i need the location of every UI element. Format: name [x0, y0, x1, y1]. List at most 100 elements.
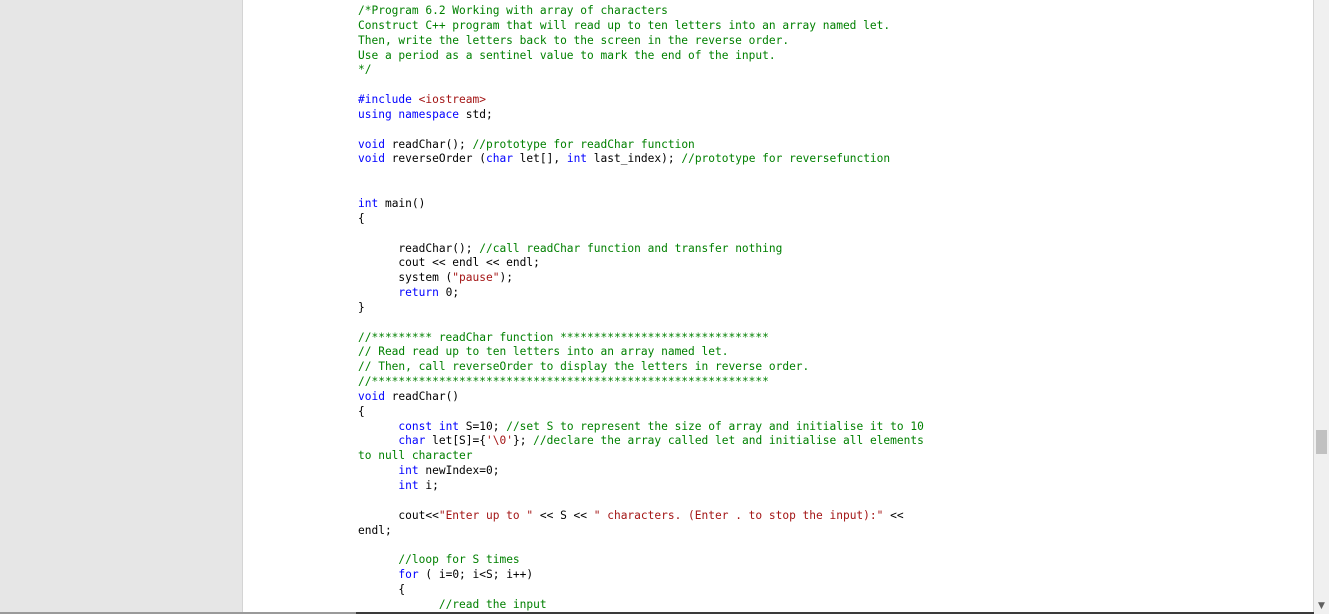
code-listing: /*Program 6.2 Working with array of char… [358, 4, 1308, 613]
code-token: //**************************************… [358, 375, 769, 389]
code-line: //********* readChar function **********… [358, 331, 1308, 346]
code-token: char [398, 434, 433, 448]
code-line: #include <iostream> [358, 93, 1308, 108]
code-token: { [358, 404, 365, 418]
code-token: ); [499, 271, 513, 285]
code-line: //loop for S times [358, 553, 1308, 568]
code-token: to null character [358, 449, 473, 463]
code-token: { [358, 211, 365, 225]
code-token: }; [512, 434, 534, 448]
code-line: for ( i=0; i<S; i++) [358, 568, 1308, 583]
code-token: */ [358, 63, 372, 77]
code-line: void readChar(); //prototype for readCha… [358, 138, 1308, 153]
code-line: //**************************************… [358, 375, 1308, 390]
code-line: cout << endl << endl; [358, 256, 1308, 271]
code-token: const int [398, 419, 466, 433]
code-line: void readChar() [358, 390, 1308, 405]
code-line: return 0; [358, 286, 1308, 301]
code-token: return [398, 286, 446, 300]
code-token: <iostream> [418, 93, 486, 107]
code-token: "pause" [452, 271, 500, 285]
code-token: '\0' [486, 434, 513, 448]
code-line: int newIndex=0; [358, 464, 1308, 479]
code-token: let[], [519, 152, 567, 166]
code-token: << [883, 508, 904, 522]
code-line: char let[S]={'\0'}; //declare the array … [358, 434, 1308, 449]
code-line: { [358, 583, 1308, 598]
code-token: #include [358, 93, 419, 107]
code-line: to null character [358, 449, 1308, 464]
code-token: //prototype for reversefunction [681, 152, 891, 166]
code-line: /*Program 6.2 Working with array of char… [358, 4, 1308, 19]
code-token: } [358, 300, 365, 314]
code-token: reverseOrder ( [391, 152, 486, 166]
code-line: int i; [358, 479, 1308, 494]
code-token: S=10; [465, 419, 507, 433]
code-line: const int S=10; //set S to represent the… [358, 420, 1308, 435]
code-line: Construct C++ program that will read up … [358, 19, 1308, 34]
scrollbar-thumb[interactable] [1316, 430, 1327, 454]
code-token: last_index); [593, 152, 682, 166]
code-line: readChar(); //call readChar function and… [358, 242, 1308, 257]
scroll-down-arrow-icon[interactable]: ▼ [1314, 599, 1329, 614]
code-token: Construct C++ program that will read up … [358, 18, 891, 32]
vertical-scrollbar[interactable]: ▼ [1314, 0, 1329, 614]
code-token: let[S]={ [432, 434, 486, 448]
code-token: //set S to represent the size of array a… [506, 419, 924, 433]
code-token: << S << [533, 508, 594, 522]
code-token: { [358, 582, 406, 596]
code-token: //prototype for readChar function [472, 137, 695, 151]
code-token: std; [465, 107, 493, 121]
code-token: endl; [358, 523, 392, 537]
code-token: cout << endl << endl; [358, 256, 540, 270]
code-token: " characters. (Enter . to stop the input… [593, 508, 884, 522]
code-token: //loop for S times [398, 553, 520, 567]
code-token: //declare the array called let and initi… [533, 434, 924, 448]
code-line: endl; [358, 524, 1308, 539]
code-token: void [358, 137, 392, 151]
code-token: for [398, 568, 426, 582]
code-token: system ( [358, 271, 453, 285]
code-token: int [358, 196, 385, 210]
code-token: "Enter up to " [438, 508, 534, 522]
code-line: int main() [358, 197, 1308, 212]
code-line: } [358, 301, 1308, 316]
code-token: // Then, call reverseOrder to display th… [358, 360, 810, 374]
code-token: newIndex=0; [425, 464, 500, 478]
code-line: { [358, 212, 1308, 227]
code-token: readChar(); [358, 241, 480, 255]
code-line: void reverseOrder (char let[], int last_… [358, 152, 1308, 167]
code-token: cout<< [358, 508, 439, 522]
code-line: // Read read up to ten letters into an a… [358, 345, 1308, 360]
code-line: //read the input [358, 598, 1308, 613]
code-token: readChar() [391, 389, 460, 403]
code-token: ( i=0; i<S; i++) [425, 568, 534, 582]
code-token: int [398, 479, 426, 492]
code-token: /*Program 6.2 Working with array of char… [358, 4, 668, 17]
code-token: int [566, 152, 594, 166]
code-token: //read the input [438, 597, 547, 611]
code-line: { [358, 405, 1308, 420]
code-line: system ("pause"); [358, 271, 1308, 286]
code-token: void [358, 389, 392, 403]
code-line: Use a period as a sentinel value to mark… [358, 49, 1308, 64]
code-token: Use a period as a sentinel value to mark… [358, 48, 776, 62]
code-token: void [358, 152, 392, 166]
code-token: int [398, 464, 426, 478]
code-token: //********* readChar function **********… [358, 330, 769, 344]
code-token: Then, write the letters back to the scre… [358, 33, 790, 47]
